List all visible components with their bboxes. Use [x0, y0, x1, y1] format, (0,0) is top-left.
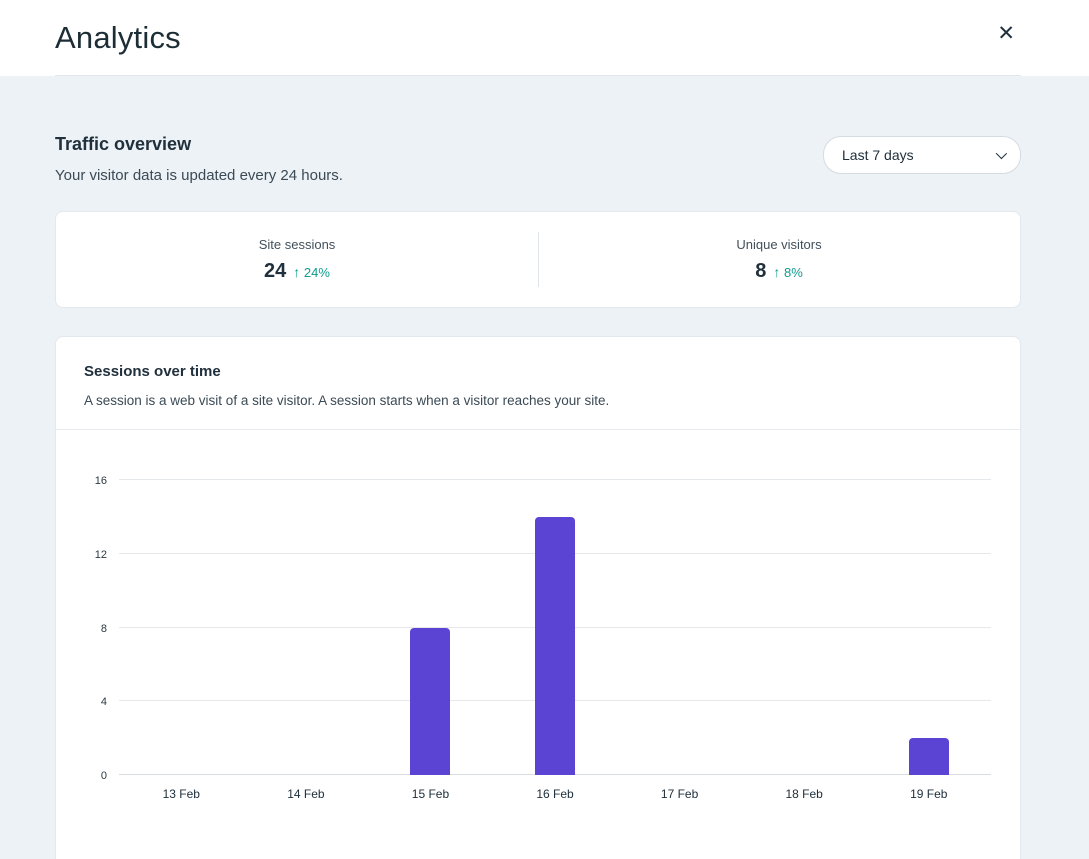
x-axis-tick-label: 19 Feb — [866, 787, 991, 801]
chart-bar[interactable] — [535, 517, 575, 775]
sessions-bar-chart: 0481216 13 Feb14 Feb15 Feb16 Feb17 Feb18… — [119, 430, 991, 801]
stat-label: Unique visitors — [538, 237, 1020, 252]
bar-slot — [368, 430, 493, 775]
close-icon: ✕ — [997, 22, 1015, 45]
traffic-overview-text: Traffic overview Your visitor data is up… — [55, 134, 343, 184]
stats-divider — [538, 232, 539, 287]
bar-slot — [866, 430, 991, 775]
stat-trend: ↑ 8% — [773, 264, 802, 280]
chevron-down-icon — [996, 148, 1007, 159]
sessions-over-time-card: Sessions over time A session is a web vi… — [55, 336, 1021, 859]
bar-slot — [119, 430, 244, 775]
y-axis-tick-label: 12 — [75, 549, 107, 561]
section-subtitle: Your visitor data is updated every 24 ho… — [55, 167, 343, 184]
stat-site-sessions: Site sessions 24 ↑ 24% — [56, 237, 538, 283]
bar-slot — [244, 430, 369, 775]
x-axis-tick-label: 16 Feb — [493, 787, 618, 801]
traffic-overview-header: Traffic overview Your visitor data is up… — [55, 134, 1021, 184]
x-axis-tick-label: 15 Feb — [368, 787, 493, 801]
page-title: Analytics — [55, 20, 181, 56]
card-description: A session is a web visit of a site visit… — [84, 393, 992, 408]
chart-bar[interactable] — [909, 738, 949, 775]
bar-slot — [742, 430, 867, 775]
section-title: Traffic overview — [55, 134, 343, 155]
y-axis-tick-label: 0 — [75, 770, 107, 782]
chart-x-axis: 13 Feb14 Feb15 Feb16 Feb17 Feb18 Feb19 F… — [119, 787, 991, 801]
stat-trend: ↑ 24% — [293, 264, 330, 280]
stat-value: 8 — [755, 260, 766, 283]
stat-value: 24 — [264, 260, 286, 283]
sessions-card-header: Sessions over time A session is a web vi… — [56, 337, 1020, 430]
trend-up-icon: ↑ — [773, 264, 780, 280]
x-axis-tick-label: 14 Feb — [244, 787, 369, 801]
trend-percent: 8% — [784, 265, 803, 280]
date-range-dropdown[interactable]: Last 7 days — [823, 136, 1021, 174]
y-axis-tick-label: 4 — [75, 696, 107, 708]
trend-percent: 24% — [304, 265, 330, 280]
bar-slot — [493, 430, 618, 775]
stat-unique-visitors: Unique visitors 8 ↑ 8% — [538, 237, 1020, 283]
y-axis-tick-label: 16 — [75, 475, 107, 487]
stat-label: Site sessions — [56, 237, 538, 252]
x-axis-tick-label: 18 Feb — [742, 787, 867, 801]
panel-header: Analytics ✕ — [0, 0, 1089, 76]
bar-slot — [617, 430, 742, 775]
close-button[interactable]: ✕ — [991, 17, 1021, 50]
y-axis-tick-label: 8 — [75, 623, 107, 635]
main-content: Traffic overview Your visitor data is up… — [0, 134, 1089, 859]
chart-bars — [119, 430, 991, 775]
stats-card: Site sessions 24 ↑ 24% Unique visitors 8… — [55, 211, 1021, 308]
chart-plot: 0481216 — [119, 430, 991, 775]
x-axis-tick-label: 13 Feb — [119, 787, 244, 801]
card-title: Sessions over time — [84, 363, 992, 380]
trend-up-icon: ↑ — [293, 264, 300, 280]
x-axis-tick-label: 17 Feb — [617, 787, 742, 801]
chart-bar[interactable] — [410, 628, 450, 776]
date-range-value: Last 7 days — [842, 147, 914, 163]
